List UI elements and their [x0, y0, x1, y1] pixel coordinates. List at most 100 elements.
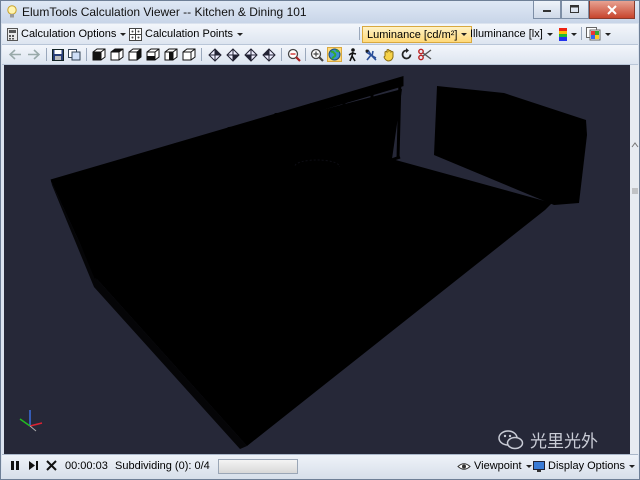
zoom-extents-icon [287, 48, 301, 62]
display-options-menu[interactable]: Display Options [533, 460, 636, 472]
room-model [19, 75, 587, 449]
cut-button[interactable] [417, 47, 432, 62]
calculation-options-label: Calculation Options [21, 28, 117, 40]
stop-button[interactable] [46, 460, 57, 471]
calculation-options-menu[interactable]: Calculation Options [7, 26, 127, 42]
menu-toolbar: Calculation Options Calculation Points L… [2, 24, 638, 45]
color-scale-icon [559, 27, 567, 41]
maximize-icon [570, 5, 579, 13]
scroll-up-icon [631, 142, 639, 148]
view-iso2-button[interactable] [163, 47, 178, 62]
toolbar-separator [305, 48, 306, 61]
view-iso1-icon [146, 48, 159, 61]
toolbar-separator [359, 27, 360, 40]
view-iso3-button[interactable] [181, 47, 196, 62]
hand-button[interactable] [381, 47, 396, 62]
minimize-button[interactable] [533, 1, 561, 19]
monitor-icon [533, 460, 545, 472]
fly-button[interactable] [363, 47, 378, 62]
orbit-4-button[interactable] [261, 47, 276, 62]
view-iso1-button[interactable] [145, 47, 160, 62]
progress-bar [218, 459, 298, 474]
calculation-points-label: Calculation Points [145, 28, 234, 40]
toolbar-separator [281, 48, 282, 61]
copy-icon [68, 48, 81, 60]
axis-gizmo [19, 410, 43, 432]
illuminance-dropdown[interactable]: Illuminance [lx] [470, 26, 553, 42]
watermark: 光里光外 [498, 427, 598, 452]
rotate-icon [401, 48, 412, 60]
walk-button[interactable] [345, 47, 360, 62]
cut-icon [417, 48, 431, 61]
rotate-button[interactable] [399, 47, 414, 62]
scroll-grip-icon [632, 188, 638, 194]
pause-icon [11, 461, 19, 470]
viewpoint-label: Viewpoint [474, 460, 522, 472]
grid-points-icon [129, 27, 142, 41]
watermark-text: 光里光外 [530, 432, 598, 451]
minimize-icon [542, 9, 551, 12]
zoom-extents-button[interactable] [286, 47, 301, 62]
back-arrow-icon [9, 49, 21, 60]
view-front-icon [110, 48, 123, 61]
title-bar: ElumTools Calculation Viewer -- Kitchen … [1, 1, 639, 23]
close-button[interactable] [589, 1, 635, 19]
step-button[interactable] [28, 460, 39, 471]
zoom-button[interactable] [309, 47, 324, 62]
orbit-1-button[interactable] [207, 47, 222, 62]
back-button[interactable] [8, 47, 23, 62]
toolbar-separator [201, 48, 202, 61]
fly-icon [365, 49, 377, 61]
cylinder-body [295, 166, 339, 190]
chevron-down-icon [525, 464, 532, 468]
lightbulb-icon [7, 5, 17, 18]
globe-icon [328, 48, 341, 61]
eye-icon [457, 462, 471, 470]
view-top-button[interactable] [91, 47, 106, 62]
view-iso3-icon [182, 48, 195, 61]
save-icon [51, 48, 64, 61]
display-color-dropdown[interactable] [586, 26, 611, 42]
save-button[interactable] [50, 47, 65, 62]
orbit-3-icon [243, 47, 258, 62]
vertical-scrollbar[interactable] [630, 65, 639, 454]
globe-button[interactable] [327, 47, 342, 62]
toolbar-separator [86, 48, 87, 61]
orbit-2-button[interactable] [225, 47, 240, 62]
close-icon [607, 4, 617, 15]
calculation-viewer-window: ElumTools Calculation Viewer -- Kitchen … [0, 0, 640, 480]
pause-button[interactable] [10, 460, 20, 471]
walk-icon [348, 47, 356, 61]
chevron-down-icon [629, 464, 636, 468]
color-scale-dropdown[interactable] [559, 26, 577, 42]
luminance-dropdown[interactable]: Luminance [cd/m²] [362, 26, 473, 43]
maximize-button[interactable] [561, 1, 589, 19]
forward-button[interactable] [26, 47, 41, 62]
toolbar-separator [46, 48, 47, 61]
icon-toolbar [2, 45, 638, 65]
view-side-icon [128, 48, 141, 61]
3d-viewport[interactable] [4, 65, 630, 454]
subdividing-status: Subdividing (0): 0/4 [115, 460, 210, 472]
zoom-icon [310, 48, 324, 62]
luminance-label: Luminance [cd/m²] [367, 28, 458, 41]
orbit-3-button[interactable] [243, 47, 258, 62]
stop-x-icon [46, 460, 57, 471]
illuminance-label: Illuminance [lx] [470, 28, 543, 40]
view-front-button[interactable] [109, 47, 124, 62]
viewpoint-menu[interactable]: Viewpoint [457, 460, 532, 472]
wechat-icon [498, 429, 524, 449]
copy-button[interactable] [67, 47, 82, 62]
chevron-down-icon [461, 33, 468, 36]
orbit-2-icon [225, 47, 240, 62]
color-palette-icon [586, 27, 601, 41]
chevron-down-icon [120, 32, 127, 36]
view-top-icon [92, 48, 105, 61]
display-options-label: Display Options [548, 460, 626, 472]
chevron-down-icon [546, 32, 553, 36]
calculation-points-menu[interactable]: Calculation Points [129, 26, 244, 42]
hand-icon [382, 48, 393, 62]
view-side-button[interactable] [127, 47, 142, 62]
window-title: ElumTools Calculation Viewer -- Kitchen … [22, 5, 307, 19]
chevron-down-icon [571, 32, 577, 36]
